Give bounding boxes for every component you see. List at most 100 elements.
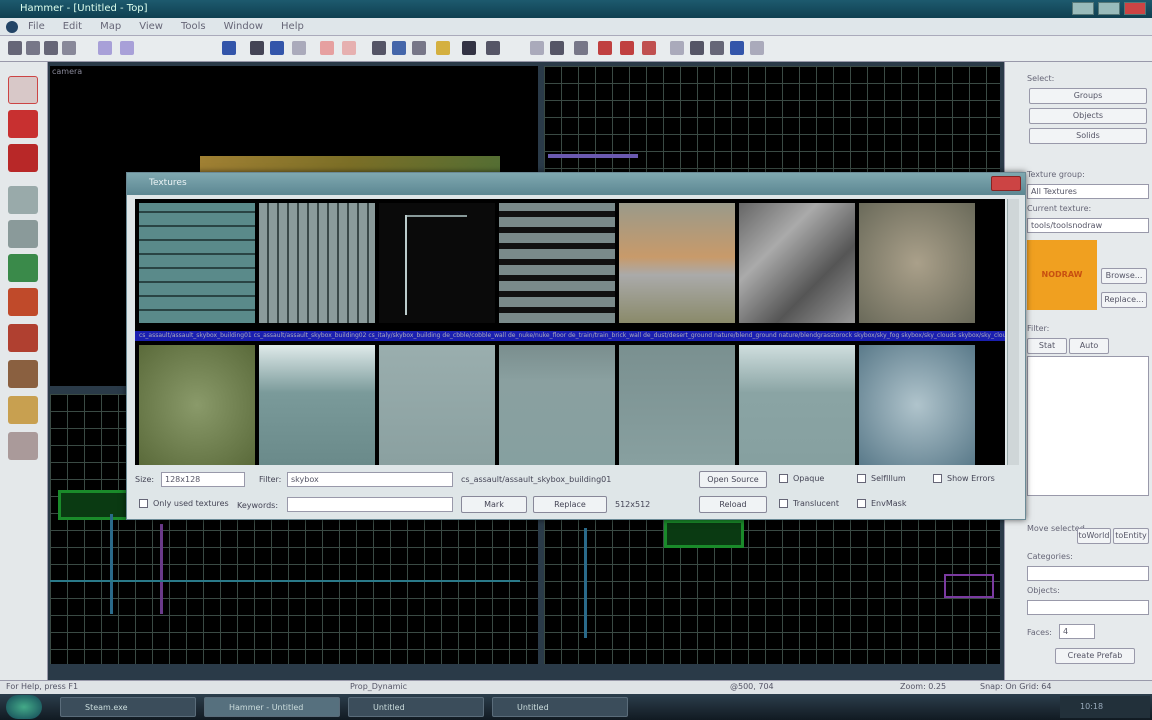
- taskbar-item-active[interactable]: Hammer - Untitled: [204, 697, 340, 717]
- dialog-title-bar[interactable]: Textures: [127, 173, 1025, 195]
- texture-thumbnail[interactable]: [259, 345, 375, 465]
- menu-help[interactable]: Help: [281, 21, 304, 32]
- help-icon[interactable]: [750, 41, 764, 55]
- save-icon[interactable]: [44, 41, 58, 55]
- faces-spinner[interactable]: 4: [1059, 624, 1095, 639]
- flip-icon[interactable]: [574, 41, 588, 55]
- texture-group-select[interactable]: All Textures: [1027, 184, 1149, 199]
- cordon-edit-icon[interactable]: [620, 41, 634, 55]
- open-source-button[interactable]: Open Source: [699, 471, 767, 488]
- current-texture-select[interactable]: tools/toolsnodraw: [1027, 218, 1149, 233]
- objects-select[interactable]: [1027, 600, 1149, 615]
- menu-tools[interactable]: Tools: [181, 21, 206, 32]
- texture-thumbnail[interactable]: [499, 345, 615, 465]
- categories-select[interactable]: [1027, 566, 1149, 581]
- create-prefab-button[interactable]: Create Prefab: [1055, 648, 1135, 664]
- filter-input[interactable]: skybox: [287, 472, 453, 487]
- menu-edit[interactable]: Edit: [63, 21, 82, 32]
- cut-icon[interactable]: [62, 41, 76, 55]
- open-icon[interactable]: [26, 41, 40, 55]
- tab-stat[interactable]: Stat: [1027, 338, 1067, 354]
- decal-tool-icon[interactable]: [8, 324, 38, 352]
- envmask-checkbox[interactable]: [857, 499, 866, 508]
- translucent-checkbox[interactable]: [779, 499, 788, 508]
- texture-thumbnail[interactable]: [859, 345, 975, 465]
- grid-icon[interactable]: [222, 41, 236, 55]
- texture-thumbnail[interactable]: [139, 203, 255, 323]
- apply-texture-icon[interactable]: [8, 288, 38, 316]
- align-icon[interactable]: [550, 41, 564, 55]
- models-icon[interactable]: [670, 41, 684, 55]
- only-used-checkbox[interactable]: [139, 499, 148, 508]
- keywords-input[interactable]: [287, 497, 453, 512]
- groups-button[interactable]: Groups: [1029, 88, 1147, 104]
- radius-icon[interactable]: [642, 41, 656, 55]
- block-tool-icon[interactable]: [8, 220, 38, 248]
- selfillum-checkbox[interactable]: [857, 474, 866, 483]
- maximize-button[interactable]: [1098, 2, 1120, 15]
- menu-window[interactable]: Window: [224, 21, 263, 32]
- tab-auto[interactable]: Auto: [1069, 338, 1109, 354]
- entity-tool-icon[interactable]: [8, 186, 38, 214]
- to-world-button[interactable]: toWorld: [1077, 528, 1111, 544]
- overlay-tool-icon[interactable]: [8, 360, 38, 388]
- texture-thumbnail[interactable]: [859, 203, 975, 323]
- start-button[interactable]: [6, 695, 42, 719]
- minimize-button[interactable]: [1072, 2, 1094, 15]
- new-icon[interactable]: [8, 41, 22, 55]
- compile-icon[interactable]: [436, 41, 450, 55]
- sel-icon[interactable]: [462, 41, 476, 55]
- settings-icon[interactable]: [690, 41, 704, 55]
- selection-tool-icon[interactable]: [8, 76, 38, 104]
- magnify-tool-icon[interactable]: [8, 110, 38, 138]
- size-select[interactable]: 128x128: [161, 472, 245, 487]
- vertex-tool-icon[interactable]: [8, 432, 38, 460]
- objects-button[interactable]: Objects: [1029, 108, 1147, 124]
- fit-icon[interactable]: [486, 41, 500, 55]
- texture-thumbnail[interactable]: [739, 345, 855, 465]
- filter-list[interactable]: [1027, 356, 1149, 496]
- replace-button[interactable]: Replace: [533, 496, 607, 513]
- run-map-icon[interactable]: [730, 41, 744, 55]
- menu-file[interactable]: File: [28, 21, 45, 32]
- reload-button[interactable]: Reload: [699, 496, 767, 513]
- unhide-icon[interactable]: [342, 41, 356, 55]
- texture-grid[interactable]: cs_assault/assault_skybox_building01 cs_…: [135, 199, 1005, 465]
- solids-button[interactable]: Solids: [1029, 128, 1147, 144]
- camera-tool-icon[interactable]: [8, 144, 38, 172]
- taskbar-item[interactable]: Steam.exe: [60, 697, 196, 717]
- carve-icon[interactable]: [372, 41, 386, 55]
- clip-tool-icon[interactable]: [8, 396, 38, 424]
- texture-thumbnail[interactable]: [139, 345, 255, 465]
- check-problems-icon[interactable]: [412, 41, 426, 55]
- menu-view[interactable]: View: [139, 21, 163, 32]
- dialog-close-button[interactable]: [991, 176, 1021, 191]
- taskbar-item[interactable]: Untitled: [348, 697, 484, 717]
- copy-icon[interactable]: [98, 41, 112, 55]
- texture-thumbnail[interactable]: [739, 203, 855, 323]
- show-errors-checkbox[interactable]: [933, 474, 942, 483]
- group-icon[interactable]: [270, 41, 284, 55]
- texture-thumbnail[interactable]: [619, 203, 735, 323]
- texture-grid-scrollbar[interactable]: [1007, 199, 1019, 465]
- texture-thumbnail[interactable]: [379, 345, 495, 465]
- taskbar-item[interactable]: Untitled: [492, 697, 628, 717]
- texture-thumbnail[interactable]: [379, 203, 495, 323]
- visgroup-icon[interactable]: [710, 41, 724, 55]
- texture-thumbnail[interactable]: [499, 203, 615, 323]
- close-button[interactable]: [1124, 2, 1146, 15]
- texture-thumbnail[interactable]: [259, 203, 375, 323]
- to-entity-button[interactable]: toEntity: [1113, 528, 1149, 544]
- browse-button[interactable]: Browse...: [1101, 268, 1147, 284]
- hide-icon[interactable]: [320, 41, 334, 55]
- opaque-checkbox[interactable]: [779, 474, 788, 483]
- menu-map[interactable]: Map: [100, 21, 121, 32]
- entity-report-icon[interactable]: [392, 41, 406, 55]
- texture-app-icon[interactable]: [8, 254, 38, 282]
- texture-lock-icon[interactable]: [250, 41, 264, 55]
- mark-button[interactable]: Mark: [461, 496, 527, 513]
- snap-icon[interactable]: [530, 41, 544, 55]
- paste-icon[interactable]: [120, 41, 134, 55]
- texture-thumbnail[interactable]: [619, 345, 735, 465]
- replace-texture-button[interactable]: Replace...: [1101, 292, 1147, 308]
